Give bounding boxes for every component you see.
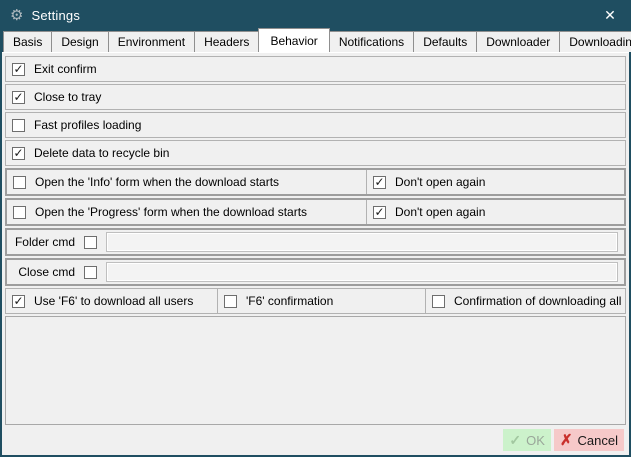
row-delete-recycle: Delete data to recycle bin <box>5 140 626 166</box>
row-fast-profiles: Fast profiles loading <box>5 112 626 138</box>
close-cmd-label: Close cmd <box>13 265 75 279</box>
close-icon[interactable]: ✕ <box>599 4 621 26</box>
open-info-checkbox[interactable] <box>13 176 26 189</box>
behavior-tab-panel: Exit confirm Close to tray Fast profiles… <box>2 52 629 455</box>
window-title: Settings <box>31 8 80 23</box>
row-close-to-tray: Close to tray <box>5 84 626 110</box>
open-info-label: Open the 'Info' form when the download s… <box>35 175 279 189</box>
tab-design[interactable]: Design <box>51 31 108 52</box>
cancel-x-icon: ✗ <box>560 431 573 449</box>
row-folder-cmd: Folder cmd <box>5 228 626 256</box>
delete-recycle-label: Delete data to recycle bin <box>34 146 169 160</box>
ok-button-label: OK <box>526 433 545 448</box>
tab-basis[interactable]: Basis <box>3 31 52 52</box>
row-open-info: Open the 'Info' form when the download s… <box>5 168 626 196</box>
f6-confirmation-checkbox[interactable] <box>224 295 237 308</box>
close-cmd-input[interactable] <box>106 262 618 282</box>
folder-cmd-input[interactable] <box>106 232 618 252</box>
titlebar: ⚙ Settings ✕ <box>2 2 629 28</box>
ok-button[interactable]: ✓ OK <box>503 429 551 451</box>
exit-confirm-label: Exit confirm <box>34 62 97 76</box>
fast-profiles-label: Fast profiles loading <box>34 118 141 132</box>
delete-recycle-checkbox[interactable] <box>12 147 25 160</box>
empty-panel <box>5 316 626 425</box>
open-progress-label: Open the 'Progress' form when the downlo… <box>35 205 307 219</box>
use-f6-label: Use 'F6' to download all users <box>34 294 193 308</box>
tab-behavior[interactable]: Behavior <box>258 28 329 52</box>
use-f6-checkbox[interactable] <box>12 295 25 308</box>
tab-downloading[interactable]: Downloading <box>559 31 631 52</box>
close-to-tray-checkbox[interactable] <box>12 91 25 104</box>
f6-confirmation-label: 'F6' confirmation <box>246 294 333 308</box>
tab-downloader[interactable]: Downloader <box>476 31 560 52</box>
footer-bar: ✓ OK ✗ Cancel <box>5 428 626 452</box>
progress-dont-open-again-checkbox[interactable] <box>373 206 386 219</box>
fast-profiles-checkbox[interactable] <box>12 119 25 132</box>
progress-dont-open-again-label: Don't open again <box>395 205 485 219</box>
tab-defaults[interactable]: Defaults <box>413 31 477 52</box>
open-progress-checkbox[interactable] <box>13 206 26 219</box>
ok-check-icon: ✓ <box>509 432 521 449</box>
cancel-button[interactable]: ✗ Cancel <box>554 429 624 451</box>
tab-notifications[interactable]: Notifications <box>329 31 414 52</box>
settings-window: ⚙ Settings ✕ Basis Design Environment He… <box>0 0 631 457</box>
row-open-progress: Open the 'Progress' form when the downlo… <box>5 198 626 226</box>
info-dont-open-again-label: Don't open again <box>395 175 485 189</box>
tab-headers[interactable]: Headers <box>194 31 259 52</box>
confirm-download-all-checkbox[interactable] <box>432 295 445 308</box>
folder-cmd-checkbox[interactable] <box>84 236 97 249</box>
close-cmd-checkbox[interactable] <box>84 266 97 279</box>
confirm-download-all-label: Confirmation of downloading all <box>454 294 621 308</box>
info-dont-open-again-checkbox[interactable] <box>373 176 386 189</box>
close-to-tray-label: Close to tray <box>34 90 101 104</box>
tab-environment[interactable]: Environment <box>108 31 195 52</box>
row-exit-confirm: Exit confirm <box>5 56 626 82</box>
cancel-button-label: Cancel <box>578 433 618 448</box>
gear-icon: ⚙ <box>10 8 23 23</box>
folder-cmd-label: Folder cmd <box>13 235 75 249</box>
tab-strip: Basis Design Environment Headers Behavio… <box>2 28 629 52</box>
row-close-cmd: Close cmd <box>5 258 626 286</box>
row-f6-options: Use 'F6' to download all users 'F6' conf… <box>5 288 626 314</box>
exit-confirm-checkbox[interactable] <box>12 63 25 76</box>
